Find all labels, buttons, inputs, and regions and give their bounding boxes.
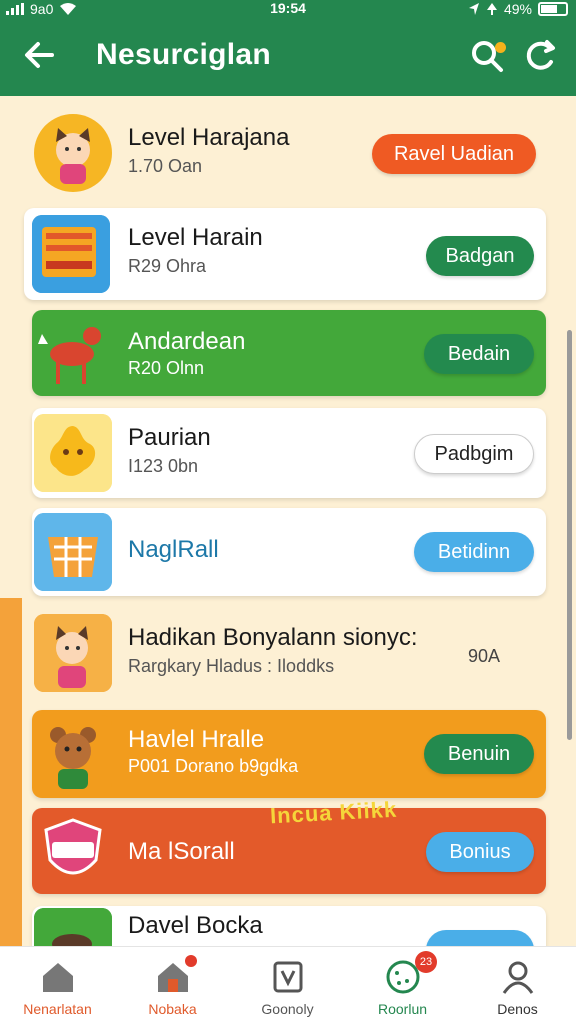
nav-item-shop[interactable]: Nobaka [115,947,230,1024]
battery-percent: 49% [503,1,532,17]
level-avatar-icon [34,114,112,192]
level-shield-icon [34,812,112,890]
level-horse-icon [34,908,112,946]
level-star-icon [34,414,112,492]
nav-item-gallery[interactable]: Goonoly [230,947,345,1024]
item-subtitle: R20 Olnn [128,358,205,378]
item-action-button[interactable]: Betidinn [414,532,534,572]
item-subtitle: I123 0bn [128,456,199,476]
item-subtitle: Rargkary Hladus : Iloddks [128,656,335,676]
level-book-icon [32,215,110,293]
status-right: 49% [468,0,568,18]
item-action-button[interactable]: Badgan [426,236,534,276]
list-item[interactable]: Hadikan Bonyalann sionyc: Rargkary Hladu… [32,610,546,698]
list-item[interactable]: Level Harain R29 Ohra Badgan [24,208,546,300]
nav-item-home[interactable]: Nenarlatan [0,947,115,1024]
level-bear-icon [34,715,112,793]
nav-label: Nobaka [148,1001,197,1017]
item-title: Havlel Hralle [128,726,265,753]
list-item[interactable]: Davel Bocka [32,906,546,946]
person-icon [502,961,534,994]
nav-badge [185,955,197,967]
location-icon [468,3,479,15]
scrollbar[interactable] [567,330,572,740]
item-action-button[interactable]: Padbgim [414,434,534,474]
list-item[interactable]: Paurian I123 0bn Padbgim [32,408,546,498]
arrow-left-icon [25,42,54,68]
item-action-button[interactable]: Bedain [424,334,534,374]
list-item[interactable]: NaglRall Betidinn [32,508,546,596]
item-subtitle: P001 Dorano b9gdka [128,756,299,776]
signal-arrow-icon [486,3,497,15]
item-action-button[interactable]: Ravel Uadian [372,134,536,174]
item-action-button[interactable]: Benuin [424,734,534,774]
level-girl-icon [34,614,112,692]
search-button[interactable] [468,36,508,76]
refresh-button[interactable] [520,36,560,76]
item-count: 90A [467,646,500,666]
item-title: NaglRall [128,536,219,563]
item-action-button[interactable] [426,930,534,946]
back-button[interactable] [22,38,56,78]
item-title: Andardean [128,328,246,355]
level-goat-icon [34,314,112,392]
item-title: Paurian [128,424,211,451]
item-action-button[interactable]: Bonius [426,832,534,872]
item-title: Hadikan Bonyalann sionyc: [128,624,418,651]
refresh-icon [526,40,555,70]
item-subtitle: 1.70 Oan [128,156,203,176]
item-subtitle: R29 Ohra [128,256,207,276]
item-title: Davel Bocka [128,912,263,939]
nav-label: Roorlun [377,1001,428,1017]
list-item[interactable]: Andardean R20 Olnn Bedain [32,310,546,396]
level-basket-icon [34,513,112,591]
status-bar: 9a0 19:54 49% [0,0,576,18]
nav-badge: 23 [415,951,437,973]
item-title: Level Harain [128,224,263,251]
app-bar: Nesurciglan [0,18,576,96]
badge-icon [273,961,303,993]
list-item[interactable]: Level Harajana 1.70 Oan Ravel Uadian [32,110,546,196]
home-icon [43,963,73,992]
battery-icon [538,2,568,16]
nav-item-rewards[interactable]: 23 Roorlun [345,947,460,1024]
nav-label: Nenarlatan [23,1001,92,1017]
bottom-nav: Nenarlatan Nobaka Goonoly 23 Roorlun Den… [0,946,576,1024]
nav-label: Goonoly [261,1001,314,1017]
item-title: Ma lSorall [128,838,235,865]
nav-label: Denos [497,1001,538,1017]
item-title: Level Harajana [128,124,290,151]
page-title: Nesurciglan [96,38,272,71]
list-item[interactable]: Havlel Hralle P001 Dorano b9gdka Benuin [32,710,546,798]
nav-item-profile[interactable]: Denos [460,947,575,1024]
notification-dot [495,42,506,53]
